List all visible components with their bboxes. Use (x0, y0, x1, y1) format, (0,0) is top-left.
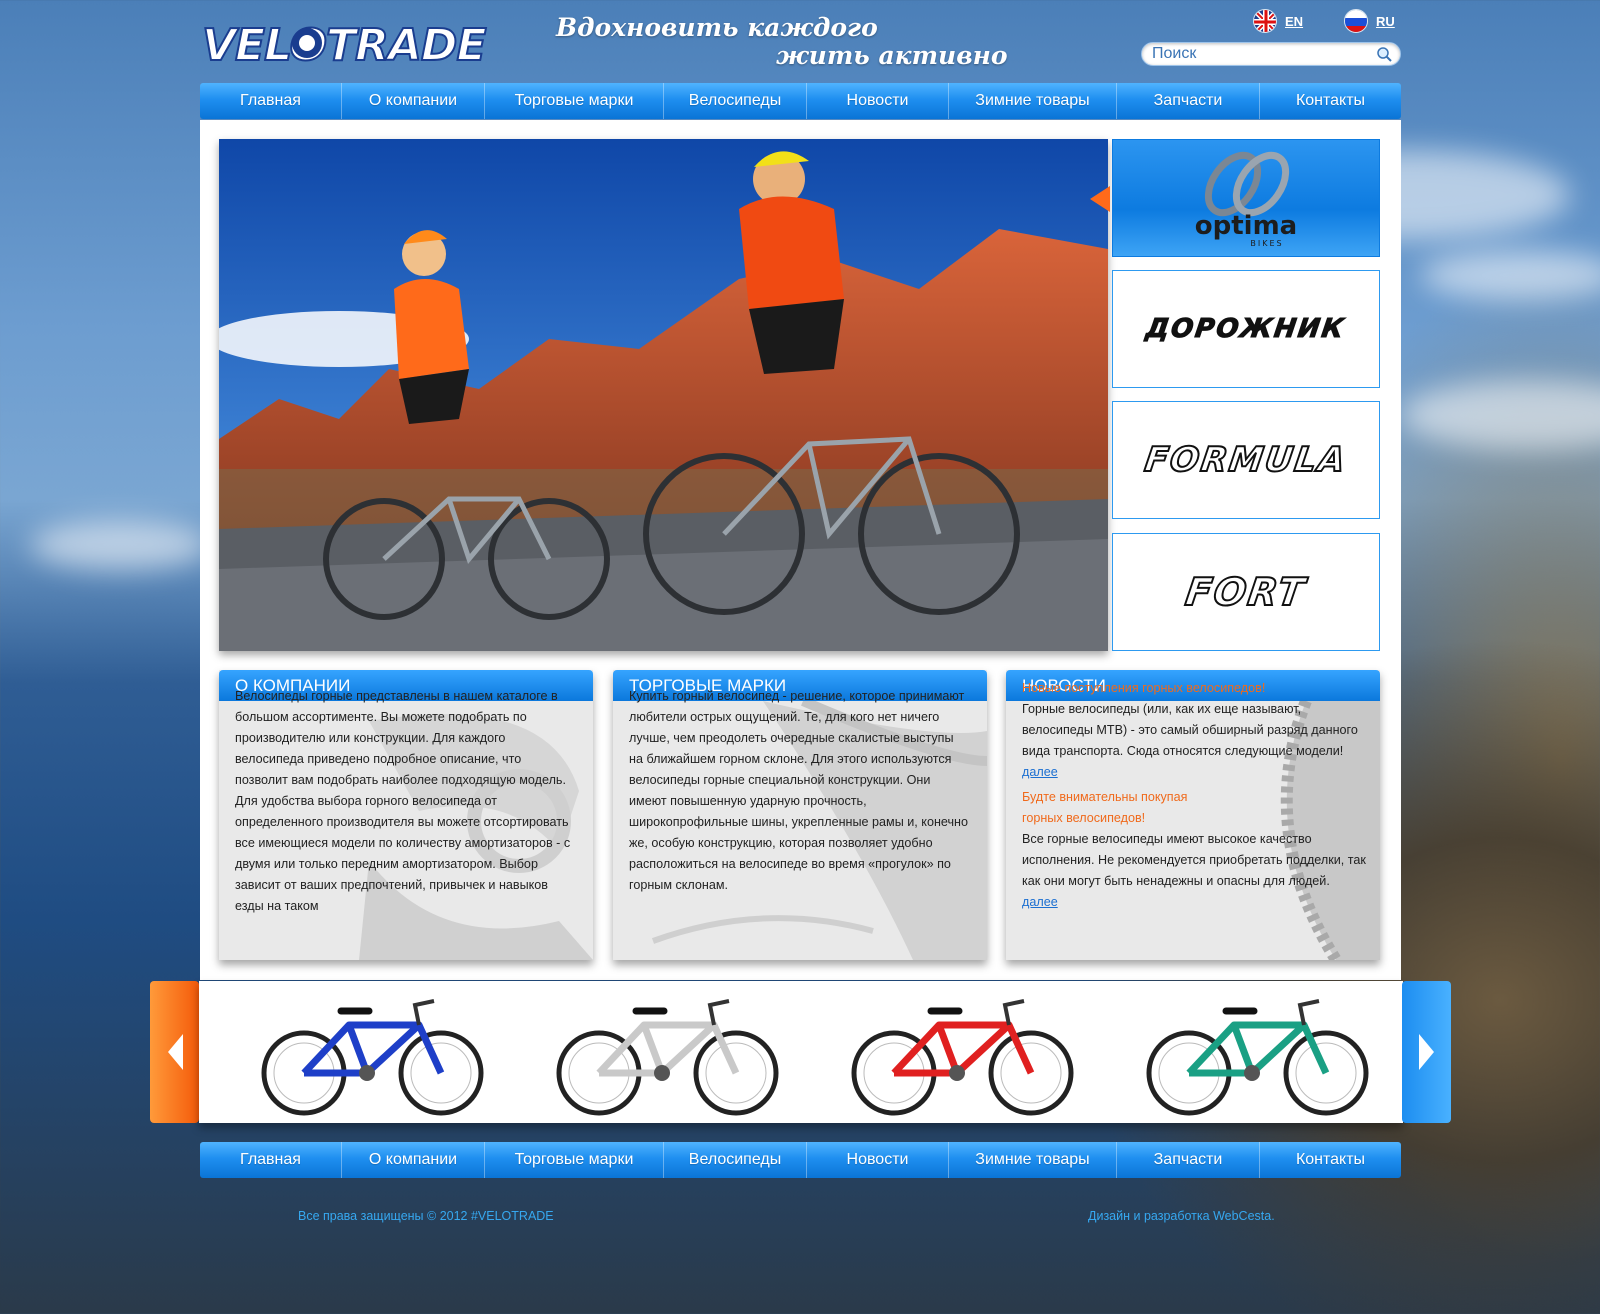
nav-news[interactable]: Новости (807, 83, 949, 119)
bike-item-3[interactable] (839, 985, 1085, 1119)
nav-spare-parts[interactable]: Запчасти (1117, 83, 1260, 119)
footer-nav: Главная О компании Торговые марки Велоси… (200, 1142, 1401, 1178)
search-input[interactable] (1142, 43, 1362, 65)
velotrade-logo[interactable]: VELOTRADE (200, 18, 492, 68)
lang-ru[interactable]: RU (1344, 8, 1395, 34)
nav-contacts[interactable]: Контакты (1260, 83, 1401, 119)
bike-carousel (150, 981, 1451, 1123)
news-item-1-text: Горные велосипеды (или, как их еще назыв… (1022, 702, 1358, 758)
main-nav: Главная О компании Торговые марки Велоси… (200, 83, 1401, 119)
footer-nav-winter-goods[interactable]: Зимние товары (949, 1142, 1117, 1178)
news-item-2-body: Все горные велосипеды имеют высокое каче… (1022, 829, 1367, 913)
dorozhnik-logo: ДОРОЖНИК (1144, 314, 1348, 345)
carousel-prev-button[interactable] (150, 981, 199, 1123)
active-brand-arrow-icon (1090, 186, 1110, 212)
about-section: О КОМПАНИИ Велосипеды горные представлен… (219, 670, 593, 960)
footer-nav-home[interactable]: Главная (200, 1142, 342, 1178)
formula-logo: FORMULA (1141, 439, 1350, 481)
nav-bicycles[interactable]: Велосипеды (664, 83, 807, 119)
slogan-line-1: Вдохновить каждого (556, 13, 878, 42)
bike-item-4[interactable] (1134, 985, 1380, 1119)
lang-ru-label[interactable]: RU (1376, 14, 1395, 29)
nav-winter-goods[interactable]: Зимние товары (949, 83, 1117, 119)
fort-logo: FORT (1182, 569, 1310, 615)
news-item-2-more-link[interactable]: далее (1022, 895, 1058, 909)
developer-credits-link[interactable]: Дизайн и разработка WebCesta. (1088, 1209, 1275, 1223)
footer-nav-bicycles[interactable]: Велосипеды (664, 1142, 807, 1178)
slogan-line-2: жить активно (776, 41, 1008, 70)
footer-nav-news[interactable]: Новости (807, 1142, 949, 1178)
optima-logo: optima BIKES (1195, 151, 1297, 248)
about-text: Велосипеды горные представлены в нашем к… (235, 689, 571, 913)
lang-en[interactable]: EN (1253, 8, 1303, 34)
nav-trademarks[interactable]: Торговые марки (485, 83, 664, 119)
news-list: Новые поступления горных велосипедов! Го… (1022, 678, 1367, 913)
site-slogan: Вдохновить каждого жить активно (556, 14, 1026, 74)
footer-nav-trademarks[interactable]: Торговые марки (485, 1142, 664, 1178)
news-item-2-title-line-1: Будте внимательны покупая (1022, 790, 1188, 804)
hero-banner-image (219, 139, 1108, 651)
search-icon[interactable] (1376, 46, 1392, 62)
news-item-1-body: Горные велосипеды (или, как их еще назыв… (1022, 699, 1367, 783)
search-box (1141, 42, 1401, 66)
russia-flag-icon (1344, 9, 1368, 33)
news-section: НОВОСТИ Новые поступления горных велосип… (1006, 670, 1380, 960)
arrow-left-icon (167, 1034, 183, 1070)
logo-text: VELOTRADE (202, 20, 486, 68)
footer-nav-about[interactable]: О компании (342, 1142, 485, 1178)
brand-optima[interactable]: optima BIKES (1112, 139, 1380, 257)
nav-home[interactable]: Главная (200, 83, 342, 119)
uk-flag-icon (1253, 9, 1277, 33)
lang-en-label[interactable]: EN (1285, 14, 1303, 29)
brand-dorozhnik[interactable]: ДОРОЖНИК (1112, 270, 1380, 388)
footer-nav-spare-parts[interactable]: Запчасти (1117, 1142, 1260, 1178)
news-item-2-text: Все горные велосипеды имеют высокое каче… (1022, 832, 1366, 888)
trademarks-text: Купить горный велосипед - решение, котор… (629, 689, 969, 892)
brand-fort[interactable]: FORT (1112, 533, 1380, 651)
copyright-text: Все права защищены © 2012 #VELOTRADE (298, 1209, 554, 1223)
news-item-2-title-line-2: горных велосипедов! (1022, 811, 1146, 825)
nav-about[interactable]: О компании (342, 83, 485, 119)
trademarks-section: ТОРГОВЫЕ МАРКИ Купить горный велосипед -… (613, 670, 987, 960)
brand-formula[interactable]: FORMULA (1112, 401, 1380, 519)
news-item-1-more-link[interactable]: далее (1022, 765, 1058, 779)
carousel-next-button[interactable] (1402, 981, 1451, 1123)
arrow-right-icon (1418, 1034, 1434, 1070)
optima-subtitle: BIKES (1250, 239, 1283, 248)
footer-nav-contacts[interactable]: Контакты (1260, 1142, 1401, 1178)
news-item-1-title[interactable]: Новые поступления горных велосипедов! (1022, 678, 1367, 699)
carousel-track (199, 981, 1403, 1123)
optima-wordmark: optima (1195, 211, 1297, 241)
news-item-2-title[interactable]: Будте внимательны покупая горных велосип… (1022, 787, 1367, 829)
bike-item-1[interactable] (249, 985, 495, 1119)
bike-item-2[interactable] (544, 985, 790, 1119)
